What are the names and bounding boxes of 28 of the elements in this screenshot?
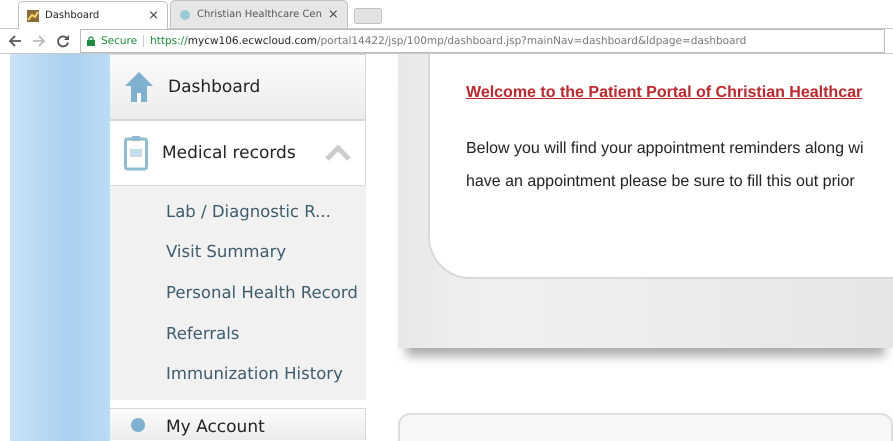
url-text: https://mycw106.ecwcloud.com/portal14422/jsp/100mp/dashboard.jsp?mainNav=dashboard&ldpage=dashboard xyxy=(150,35,746,47)
address-bar[interactable]: Secure https://mycw106.ecwcloud.com/portal14422/jsp/100mp/dashboard.jsp?mainNav=dashboard&ldpage=dashboard xyxy=(80,29,885,53)
browser-tab[interactable]: Dashboard × xyxy=(18,1,168,29)
submenu-item[interactable]: Immunization History xyxy=(110,353,366,394)
submenu-item[interactable]: Personal Health Record xyxy=(110,272,366,313)
tab-title: Dashboard xyxy=(45,10,100,21)
home-icon xyxy=(124,71,154,103)
chart-icon xyxy=(27,10,39,22)
close-icon[interactable]: × xyxy=(148,8,159,23)
sidebar-item[interactable]: Medical records xyxy=(110,120,366,186)
back-icon[interactable] xyxy=(8,34,22,48)
sidebar-item[interactable]: My Account xyxy=(110,408,366,440)
browser-tab[interactable]: Christian Healthcare Cen × xyxy=(170,0,348,28)
close-icon[interactable]: × xyxy=(328,7,339,22)
submenu-item[interactable]: Referrals xyxy=(110,312,366,354)
welcome-text: Below you will find your appointment reminders along wi have an appointment please be sure to fill this out prior xyxy=(466,139,865,192)
forward-icon[interactable] xyxy=(32,34,46,48)
clipboard-icon xyxy=(124,135,148,171)
secure-label: Secure xyxy=(101,35,144,47)
tab-title: Christian Healthcare Cen xyxy=(197,9,322,20)
sidebar-item[interactable]: Dashboard xyxy=(110,54,366,120)
submenu-item[interactable]: Lab / Diagnostic R... xyxy=(110,191,366,232)
welcome-heading: Welcome to the Patient Portal of Christian Healthcar xyxy=(466,84,864,102)
reload-icon[interactable] xyxy=(56,34,70,48)
new-tab-button[interactable] xyxy=(354,8,382,24)
lock-icon xyxy=(87,36,95,46)
chevron-up-icon[interactable] xyxy=(325,145,351,161)
submenu-item[interactable]: Visit Summary xyxy=(110,232,366,272)
